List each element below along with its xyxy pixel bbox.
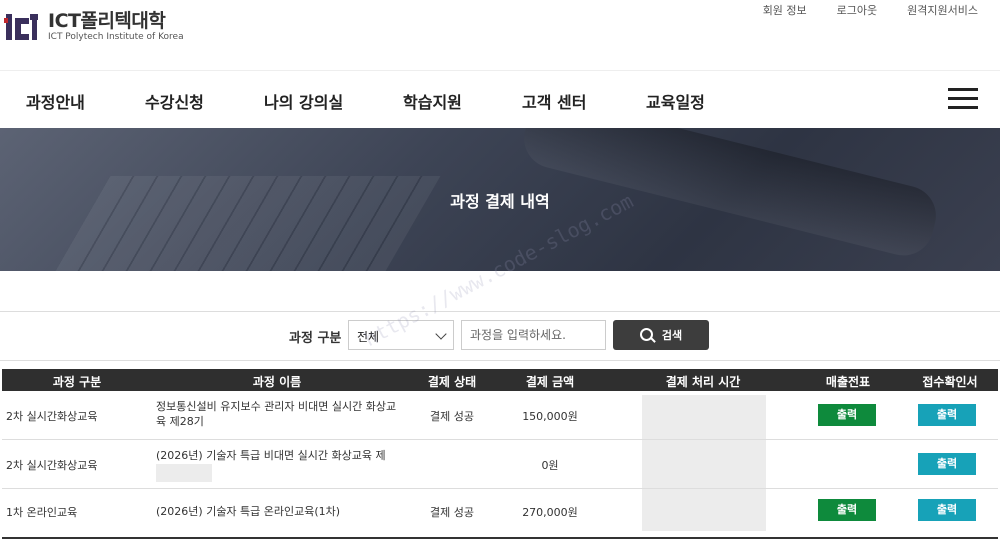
menu-icon[interactable] bbox=[948, 88, 978, 110]
row-amount: 150,000원 bbox=[522, 410, 578, 423]
redacted-text bbox=[156, 464, 212, 482]
payment-table: 과정 구분 과정 이름 결제 상태 결제 금액 결제 처리 시간 매출전표 접수… bbox=[2, 369, 998, 539]
nav-my-classroom[interactable]: 나의 강의실 bbox=[264, 89, 343, 113]
row-category: 2차 실시간화상교육 bbox=[6, 459, 98, 472]
search-input[interactable] bbox=[461, 320, 606, 350]
row-status: 결제 성공 bbox=[430, 506, 474, 519]
row-course-name: (2026년) 기술자 특급 온라인교육(1차) bbox=[156, 505, 341, 518]
logo-subtitle: ICT Polytech Institute of Korea bbox=[48, 31, 184, 42]
category-select-value: 전체 bbox=[357, 330, 380, 344]
search-bar: 과정 구분 전체 검색 bbox=[0, 311, 1000, 361]
redacted-time bbox=[642, 489, 766, 531]
row-status: 결제 성공 bbox=[430, 410, 474, 423]
row-course-name: (2026년) 기술자 특급 비대면 실시간 화상교육 제 bbox=[156, 449, 386, 462]
row-category: 1차 온라인교육 bbox=[6, 506, 78, 519]
header-category: 과정 구분 bbox=[52, 375, 102, 389]
member-info-link[interactable]: 회원 정보 bbox=[763, 2, 807, 18]
nav-customer-center[interactable]: 고객 센터 bbox=[522, 89, 586, 113]
header-receipt: 접수확인서 bbox=[922, 375, 978, 389]
page-banner: 과정 결제 내역 bbox=[0, 128, 1000, 271]
header-sales-slip: 매출전표 bbox=[825, 375, 871, 389]
table-row: 2차 실시간화상교육 (2026년) 기술자 특급 비대면 실시간 화상교육 제… bbox=[2, 440, 998, 489]
receipt-print-button[interactable]: 출력 bbox=[918, 404, 976, 426]
row-amount: 0원 bbox=[541, 459, 559, 472]
receipt-print-button[interactable]: 출력 bbox=[918, 499, 976, 521]
redacted-time bbox=[642, 395, 766, 439]
nav-course-guide[interactable]: 과정안내 bbox=[26, 89, 85, 113]
logout-link[interactable]: 로그아웃 bbox=[837, 2, 877, 18]
row-category: 2차 실시간화상교육 bbox=[6, 410, 98, 423]
search-button[interactable]: 검색 bbox=[613, 320, 709, 350]
nav-registration[interactable]: 수강신청 bbox=[145, 89, 204, 113]
search-button-label: 검색 bbox=[661, 329, 683, 342]
nav-schedule[interactable]: 교육일정 bbox=[646, 89, 705, 113]
nav-learning-support[interactable]: 학습지원 bbox=[403, 89, 462, 113]
row-course-name: 정보통신설비 유지보수 관리자 비대면 실시간 화상교육 제28기 bbox=[156, 400, 397, 428]
sales-print-button[interactable]: 출력 bbox=[818, 499, 876, 521]
header-course-name: 과정 이름 bbox=[252, 375, 302, 389]
row-amount: 270,000원 bbox=[522, 506, 578, 519]
table-header: 과정 구분 과정 이름 결제 상태 결제 금액 결제 처리 시간 매출전표 접수… bbox=[2, 369, 998, 391]
header: ICT폴리텍대학 ICT Polytech Institute of Korea… bbox=[0, 0, 1000, 70]
page-title: 과정 결제 내역 bbox=[450, 192, 550, 211]
category-select[interactable]: 전체 bbox=[348, 320, 454, 350]
receipt-print-button[interactable]: 출력 bbox=[918, 453, 976, 475]
redacted-time bbox=[642, 440, 766, 488]
table-row: 1차 온라인교육 (2026년) 기술자 특급 온라인교육(1차) 결제 성공 … bbox=[2, 489, 998, 539]
main-nav: 과정안내 수강신청 나의 강의실 학습지원 고객 센터 교육일정 bbox=[0, 70, 1000, 129]
sales-print-button[interactable]: 출력 bbox=[818, 404, 876, 426]
table-row: 2차 실시간화상교육 정보통신설비 유지보수 관리자 비대면 실시간 화상교육 … bbox=[2, 391, 998, 440]
search-icon bbox=[639, 328, 654, 342]
logo-icon bbox=[4, 8, 40, 44]
chevron-down-icon bbox=[435, 328, 447, 340]
header-status: 결제 상태 bbox=[427, 375, 477, 389]
site-logo[interactable]: ICT폴리텍대학 ICT Polytech Institute of Korea bbox=[4, 8, 184, 44]
utility-links: 회원 정보 로그아웃 원격지원서비스 bbox=[763, 2, 978, 18]
header-time: 결제 처리 시간 bbox=[665, 375, 741, 389]
remote-support-link[interactable]: 원격지원서비스 bbox=[907, 2, 978, 18]
header-amount: 결제 금액 bbox=[525, 375, 575, 389]
logo-title: ICT폴리텍대학 bbox=[48, 9, 166, 32]
search-label: 과정 구분 bbox=[289, 331, 342, 346]
